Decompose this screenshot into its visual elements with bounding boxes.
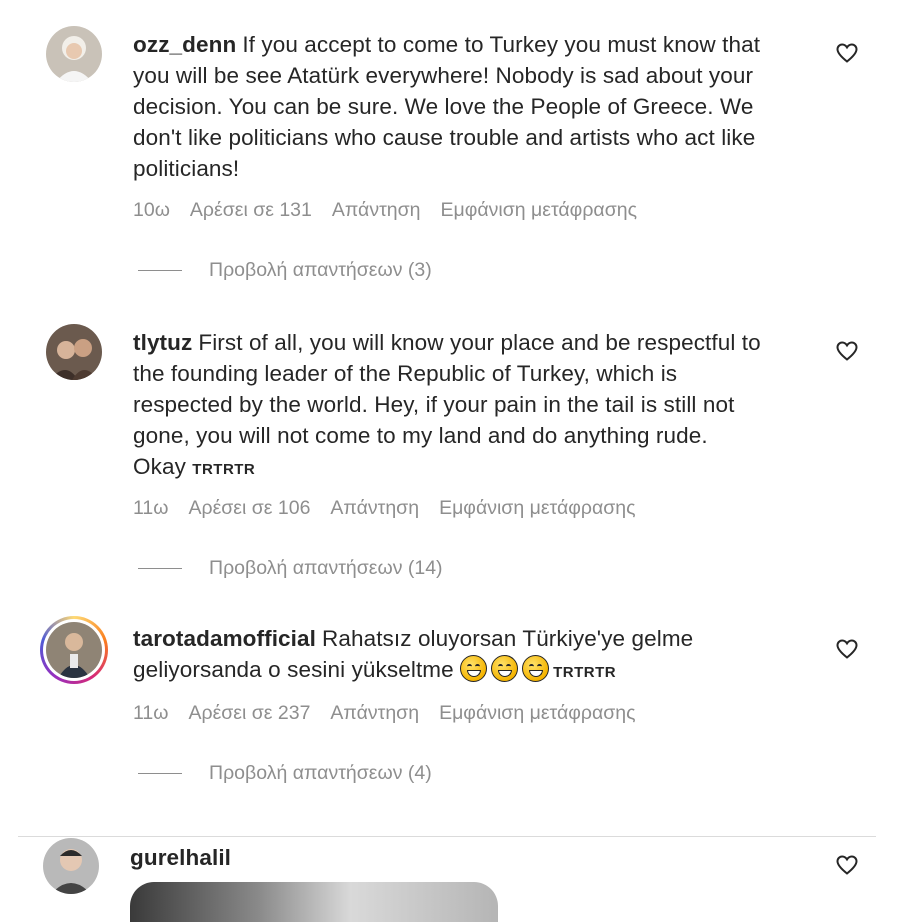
divider [18,836,876,837]
avatar[interactable] [46,26,102,82]
comment-line: If you accept to come to Turkey you must… [242,32,761,57]
comment-line: the founding leader of the Republic of T… [133,361,678,386]
comment-line: geliyorsanda o sesini yükseltme [133,657,454,682]
view-replies-label: Προβολή απαντήσεων (3) [209,259,432,281]
rolling-laughing-emoji [522,655,550,682]
comment-username[interactable]: tarotadamofficial [133,626,316,651]
comment-time[interactable]: 10ω [133,199,170,222]
avatar-inner [43,619,105,681]
view-replies-button[interactable]: Προβολή απαντήσεων (4) [138,762,432,785]
replies-line [138,568,182,569]
view-replies-label: Προβολή απαντήσεων (4) [209,762,432,784]
view-replies-button[interactable]: Προβολή απαντήσεων (3) [138,259,432,282]
comment-time[interactable]: 11ω [133,497,168,520]
avatar[interactable] [43,838,99,894]
comment-time[interactable]: 11ω [133,702,168,725]
comment-text: gurelhalil [130,842,820,873]
comment-line: Rahatsız oluyorsan Türkiye'ye gelme [322,626,694,651]
grinning-sweat-emoji [491,655,519,682]
comment-username[interactable]: ozz_denn [133,32,236,57]
comment-text: ozz_denn If you accept to come to Turkey … [133,29,823,184]
heart-outline-icon[interactable] [835,41,859,65]
show-translation-button[interactable]: Εμφάνιση μετάφρασης [441,199,637,222]
comment-meta: 11ω Αρέσει σε 237 Απάντηση Εμφάνιση μετά… [133,702,636,725]
likes-count[interactable]: Αρέσει σε 237 [188,702,310,725]
heart-outline-icon[interactable] [835,853,859,877]
view-replies-label: Προβολή απαντήσεων (14) [209,557,443,579]
reply-button[interactable]: Απάντηση [330,702,419,725]
comment-meta: 10ω Αρέσει σε 131 Απάντηση Εμφάνιση μετά… [133,199,637,222]
laughing-tears-emoji [460,655,488,682]
comment-line: Okay [133,454,186,479]
heart-outline-icon[interactable] [835,637,859,661]
comment-username[interactable]: tlytuz [133,330,192,355]
heart-outline-icon[interactable] [835,339,859,363]
avatar[interactable] [46,324,102,380]
comment-meta: 11ω Αρέσει σε 106 Απάντηση Εμφάνιση μετά… [133,497,636,520]
replies-line [138,270,182,271]
comment-tag: TRTRTR [553,664,617,681]
likes-count[interactable]: Αρέσει σε 106 [188,497,310,520]
likes-count[interactable]: Αρέσει σε 131 [190,199,312,222]
comment-line: First of all, you will know your place a… [198,330,761,355]
comment-line: politicians! [133,156,240,181]
reply-button[interactable]: Απάντηση [330,497,419,520]
comment-text: tarotadamofficial Rahatsız oluyorsan Türk… [133,623,823,688]
comment-line: don't like politicians who cause trouble… [133,125,756,150]
comment-media-image[interactable] [130,882,498,922]
replies-line [138,773,182,774]
comment-line: decision. You can be sure. We love the P… [133,94,754,119]
comment-line: gone, you will not come to my land and d… [133,423,708,448]
show-translation-button[interactable]: Εμφάνιση μετάφρασης [439,497,635,520]
view-replies-button[interactable]: Προβολή απαντήσεων (14) [138,557,443,580]
show-translation-button[interactable]: Εμφάνιση μετάφρασης [439,702,635,725]
comment-tag: TRTRTR [192,461,256,478]
comment-text: tlytuz First of all, you will know your p… [133,327,823,485]
comment-line: respected by the world. Hey, if your pai… [133,392,735,417]
comment-username[interactable]: gurelhalil [130,845,231,870]
comment-line: you will be see Atatürk everywhere! Nobo… [133,63,754,88]
avatar[interactable] [40,616,108,684]
reply-button[interactable]: Απάντηση [332,199,421,222]
